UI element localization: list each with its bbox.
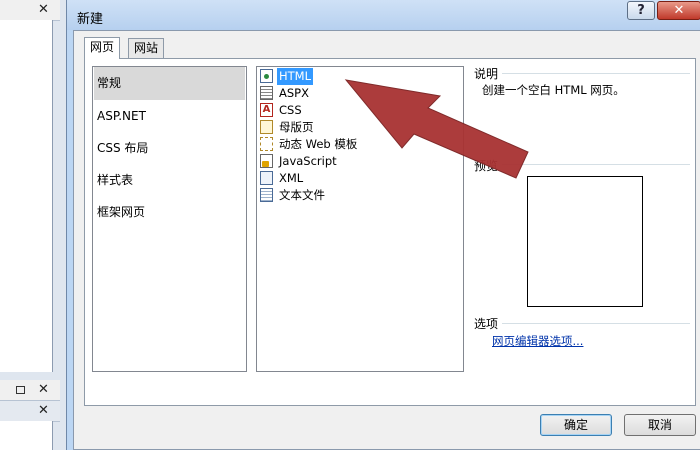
options-label: 选项 [474,317,499,331]
help-button[interactable]: ? [627,1,655,20]
description-divider [502,73,690,74]
template-item-dynamic-web-template[interactable]: 动态 Web 模板 [258,136,462,153]
category-item-general[interactable]: 常规 [94,67,245,100]
template-label: CSS [279,103,302,117]
category-item-css-layout[interactable]: CSS 布局 [94,132,245,165]
tab-web-page[interactable]: 网页 [84,37,121,59]
template-label: ASPX [279,86,309,100]
template-label: 母版页 [279,120,314,134]
close-button[interactable]: ✕ [657,1,700,20]
background-panel-close-icon[interactable]: ✕ [38,3,49,16]
template-label: 动态 Web 模板 [279,137,358,151]
preview-label: 预览 [474,159,499,173]
new-dialog: 新建 ? ✕ 网页 网站 常规 ASP.NET CSS 布局 样式表 框架网页 … [66,0,700,450]
dialog-title: 新建 [77,12,104,27]
text-file-icon [260,188,273,202]
background-panel-bottom-close-icon[interactable]: ✕ [38,383,49,396]
tab-web-site[interactable]: 网站 [128,38,165,58]
description-text: 创建一个空白 HTML 网页。 [482,83,625,97]
category-item-frames-page[interactable]: 框架网页 [94,196,245,229]
dialog-client-area: 网页 网站 常规 ASP.NET CSS 布局 样式表 框架网页 HTML AS… [73,30,700,450]
description-label: 说明 [474,67,499,81]
category-list[interactable]: 常规 ASP.NET CSS 布局 样式表 框架网页 [92,66,247,372]
dialog-titlebar[interactable]: 新建 ? ✕ [67,0,700,30]
page-editor-options-link[interactable]: 网页编辑器选项... [492,333,583,349]
background-panel-top [0,20,53,372]
template-item-aspx[interactable]: ASPX [258,85,462,102]
pin-icon[interactable] [16,386,25,394]
template-item-master-page[interactable]: 母版页 [258,119,462,136]
javascript-file-icon [260,154,273,168]
template-item-css[interactable]: A CSS [258,102,462,119]
preview-divider [502,164,690,165]
xml-file-icon [260,171,273,185]
background-panel-bottom-titlebar: ✕ [0,380,60,401]
background-panel-second-titlebar: ✕ [0,401,60,422]
category-item-stylesheet[interactable]: 样式表 [94,164,245,197]
master-page-icon [260,120,273,134]
options-divider [502,323,690,324]
html-page-icon [260,69,273,83]
template-item-html[interactable]: HTML [258,67,462,86]
template-label: XML [279,171,304,185]
category-item-aspnet[interactable]: ASP.NET [94,100,245,133]
background-panel-titlebar: ✕ [0,0,60,21]
background-panel-second-close-icon[interactable]: ✕ [38,404,49,417]
aspx-page-icon [260,86,273,100]
template-label: JavaScript [279,154,337,168]
template-item-text-file[interactable]: 文本文件 [258,187,462,204]
cancel-button[interactable]: 取消 [624,414,696,436]
template-item-xml[interactable]: XML [258,170,462,187]
template-item-javascript[interactable]: JavaScript [258,153,462,170]
template-label: HTML [275,67,315,86]
preview-box [527,176,643,307]
template-label: 文本文件 [279,188,325,202]
dynamic-template-icon [260,137,273,151]
template-list[interactable]: HTML ASPX A CSS 母版页 动态 Web 模板 JavaScript [256,66,464,372]
ok-button[interactable]: 确定 [540,414,612,436]
css-file-icon: A [260,103,273,117]
background-panel-bottom [0,421,53,450]
